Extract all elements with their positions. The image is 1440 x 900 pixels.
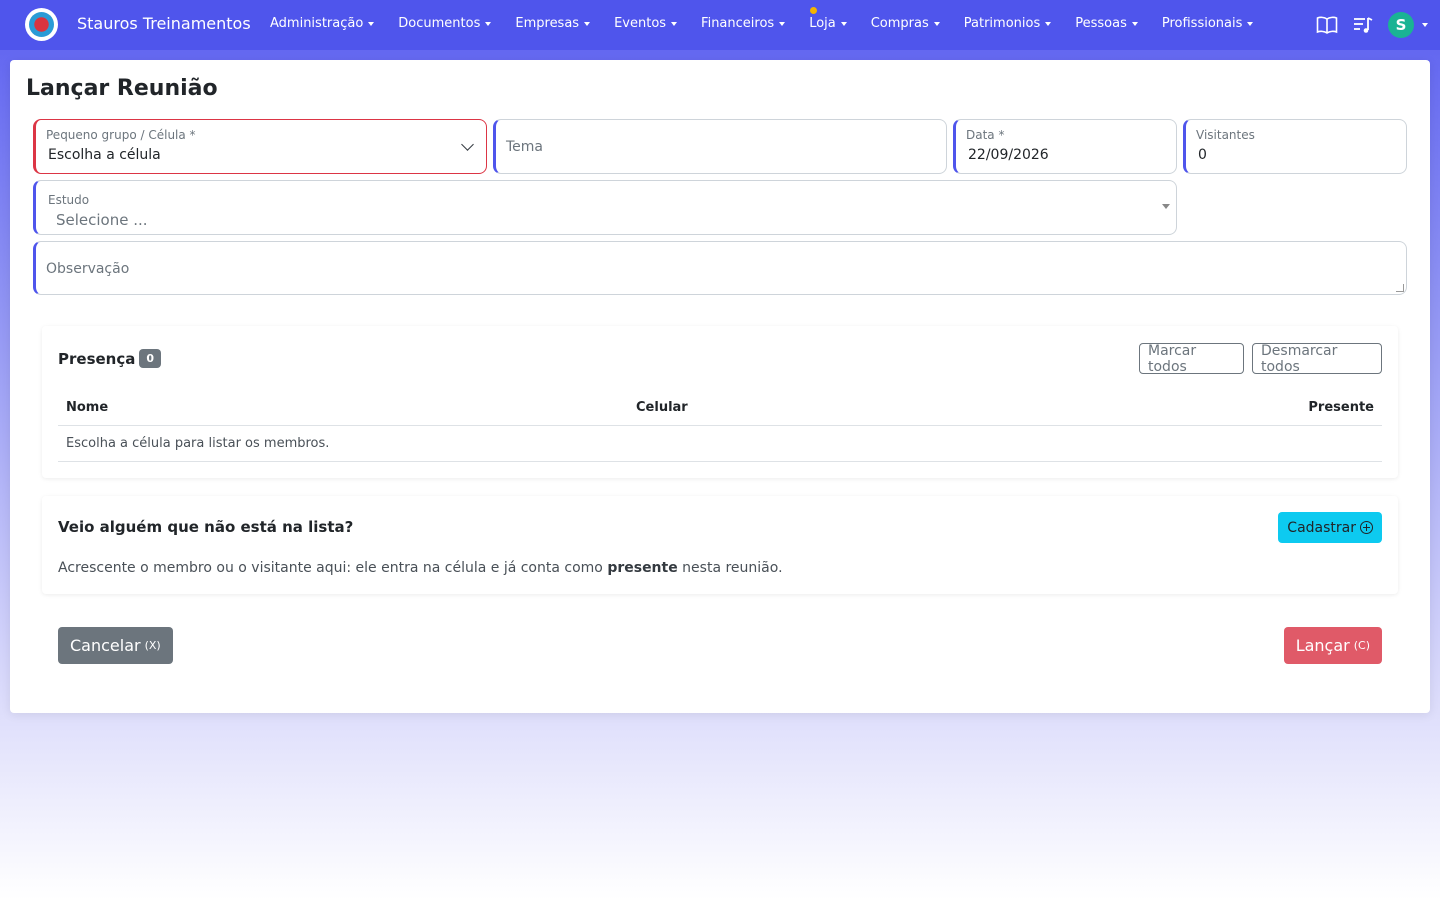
brand-logo[interactable]: [25, 8, 58, 41]
observacao-placeholder: Observação: [46, 261, 130, 277]
caret-down-icon: [485, 21, 492, 26]
nav-menu: Administração Documentos Empresas Evento…: [270, 16, 1277, 31]
submit-label: Lançar: [1295, 636, 1350, 655]
presenca-title: Presença 0: [58, 349, 162, 368]
estudo-placeholder: Selecione ...: [56, 211, 148, 229]
celula-select[interactable]: Pequeno grupo / Célula * Escolha a célul…: [33, 119, 487, 174]
nav-item-financeiros[interactable]: Financeiros: [701, 16, 786, 31]
cancel-button[interactable]: Cancelar (X): [58, 627, 173, 664]
main-card: Lançar Reunião Pequeno grupo / Célula * …: [10, 60, 1430, 713]
submit-button[interactable]: Lançar (C): [1283, 627, 1382, 664]
nav-item-label: Documentos: [398, 16, 481, 31]
table-row: Escolha a célula para listar os membros.: [58, 426, 1382, 462]
presenca-card: Presença 0 Marcar todos Desmarcar todos N…: [42, 326, 1398, 478]
navbar-right-icons: S: [1306, 10, 1428, 40]
estudo-label: Estudo: [48, 193, 90, 207]
celula-value: Escolha a célula: [48, 147, 161, 163]
column-presente[interactable]: Presente: [1308, 400, 1374, 415]
nav-item-label: Financeiros: [701, 16, 775, 31]
caret-down-icon: [671, 21, 678, 26]
tema-placeholder: Tema: [506, 139, 544, 155]
top-navbar: Stauros Treinamentos Administração Docum…: [0, 0, 1440, 50]
presenca-title-text: Presença: [58, 350, 136, 368]
notification-dot-icon: [810, 7, 817, 14]
triangle-down-icon: [1162, 204, 1170, 209]
cadastro-text-after: nesta reunião.: [677, 560, 783, 576]
nav-item-pessoas[interactable]: Pessoas: [1075, 16, 1138, 31]
cancel-shortcut: (X): [144, 639, 161, 652]
nav-item-label: Empresas: [515, 16, 580, 31]
caret-down-icon: [368, 21, 375, 26]
data-input[interactable]: Data * 22/09/2026: [953, 119, 1177, 174]
marcar-todos-button[interactable]: Marcar todos: [1139, 343, 1244, 375]
cadastro-card: Veio alguém que não está na lista? Cadas…: [42, 496, 1398, 594]
submit-shortcut: (C): [1353, 639, 1370, 652]
nav-item-label: Profissionais: [1161, 16, 1243, 31]
caret-down-icon: [933, 21, 940, 26]
nav-item-label: Compras: [870, 16, 929, 31]
tema-input[interactable]: Tema: [493, 119, 947, 174]
cadastro-title: Veio alguém que não está na lista?: [58, 518, 354, 536]
playlist-icon[interactable]: [1348, 10, 1378, 40]
nav-item-patrimonios[interactable]: Patrimonios: [963, 16, 1052, 31]
chevron-down-icon: [461, 138, 474, 151]
resize-grip-icon[interactable]: [1396, 284, 1404, 292]
cadastro-text-bold: presente: [607, 560, 678, 576]
nav-item-label: Patrimonios: [963, 16, 1041, 31]
nav-item-label: Pessoas: [1075, 16, 1127, 31]
avatar-icon[interactable]: S: [1388, 12, 1414, 38]
nav-item-label: Administração: [270, 16, 364, 31]
data-label: Data *: [966, 128, 1005, 142]
nav-item-documentos[interactable]: Documentos: [398, 16, 492, 31]
caret-down-icon: [1247, 21, 1254, 26]
visitantes-label: Visitantes: [1196, 128, 1255, 142]
estudo-select[interactable]: Estudo Selecione ...: [33, 180, 1177, 235]
empty-message: Escolha a célula para listar os membros.: [66, 436, 330, 451]
book-icon[interactable]: [1312, 10, 1342, 40]
visitantes-input[interactable]: Visitantes 0: [1183, 119, 1407, 174]
plus-circle-icon: [1360, 521, 1373, 534]
visitantes-value: 0: [1198, 147, 1207, 163]
caret-down-icon[interactable]: [1422, 23, 1428, 27]
table-header: Nome Celular Presente: [58, 390, 1382, 426]
data-value: 22/09/2026: [968, 147, 1049, 163]
caret-down-icon: [1045, 21, 1052, 26]
nav-item-eventos[interactable]: Eventos: [614, 16, 678, 31]
nav-item-administracao[interactable]: Administração: [270, 16, 375, 31]
caret-down-icon: [1131, 21, 1138, 26]
brand-name[interactable]: Stauros Treinamentos: [77, 14, 251, 33]
caret-down-icon: [840, 21, 847, 26]
nav-item-profissionais[interactable]: Profissionais: [1162, 16, 1254, 31]
column-nome[interactable]: Nome: [66, 400, 108, 415]
desmarcar-todos-button[interactable]: Desmarcar todos: [1252, 343, 1382, 375]
cadastro-text-before: Acrescente o membro ou o visitante aqui:…: [58, 560, 608, 576]
nav-item-label: Eventos: [614, 16, 667, 31]
caret-down-icon: [779, 21, 786, 26]
page-title: Lançar Reunião: [26, 76, 218, 101]
celula-label: Pequeno grupo / Célula *: [46, 128, 196, 142]
nav-item-loja[interactable]: Loja: [809, 16, 847, 31]
nav-item-compras[interactable]: Compras: [871, 16, 940, 31]
observacao-textarea[interactable]: Observação: [33, 241, 1407, 295]
cadastro-description: Acrescente o membro ou o visitante aqui:…: [58, 560, 783, 576]
nav-item-empresas[interactable]: Empresas: [515, 16, 591, 31]
cadastrar-label: Cadastrar: [1287, 519, 1356, 536]
nav-item-label: Loja: [809, 16, 836, 31]
column-celular[interactable]: Celular: [636, 400, 688, 415]
cancel-label: Cancelar: [70, 636, 141, 655]
presenca-count-badge: 0: [139, 349, 162, 368]
cadastrar-button[interactable]: Cadastrar: [1278, 512, 1382, 543]
caret-down-icon: [584, 21, 591, 26]
